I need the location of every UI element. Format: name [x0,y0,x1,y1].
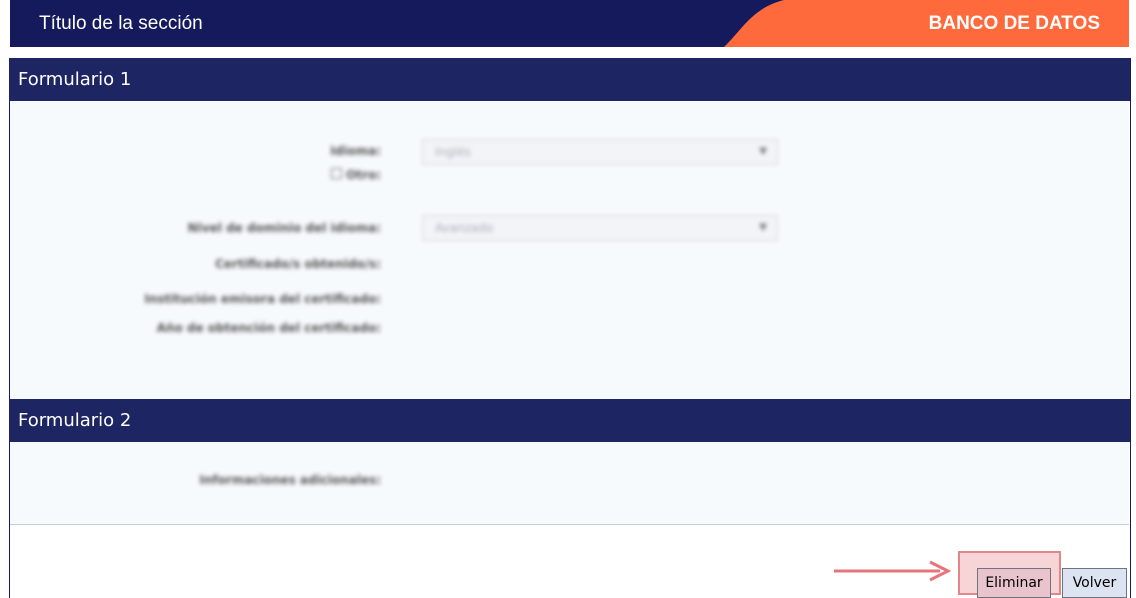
other-checkbox[interactable] [331,168,343,179]
back-button[interactable]: Volver [1062,568,1127,598]
certificates-label: Certificado/s obtenido/s: [215,257,381,271]
section-header-bar: Título de la sección BANCO DE DATOS [10,0,1129,47]
level-select[interactable]: Avanzado ▼ [422,215,778,241]
form2-body: Informaciones adicionales: [10,442,1129,525]
other-label-text: Otro: [346,168,381,182]
arrow-right-icon [834,560,952,582]
level-label: Nivel de dominio del idioma: [187,221,381,235]
other-label: Otro: [331,168,381,182]
form1-heading-text: Formulario 1 [18,69,132,90]
level-select-value: Avanzado [435,221,494,235]
brand-label: BANCO DE DATOS [928,13,1100,34]
year-label: Año de obtención del certificado: [156,321,381,335]
form2-heading-text: Formulario 2 [18,410,132,431]
institution-label: Institución emisora del certificado: [144,292,381,306]
chevron-down-icon: ▼ [759,222,767,233]
chevron-down-icon: ▼ [759,146,767,157]
section-title: Título de la sección [39,13,203,34]
delete-button[interactable]: Eliminar [977,568,1051,598]
language-label: Idioma: [330,144,381,158]
additional-info-label: Informaciones adicionales: [199,473,381,487]
language-select[interactable]: Inglés ▼ [422,139,778,165]
form1-heading: Formulario 1 [9,58,1130,101]
language-select-value: Inglés [435,145,471,159]
form1-body: Idioma: Inglés ▼ Otro: Nivel de dominio … [10,101,1129,399]
form2-heading: Formulario 2 [9,399,1130,442]
